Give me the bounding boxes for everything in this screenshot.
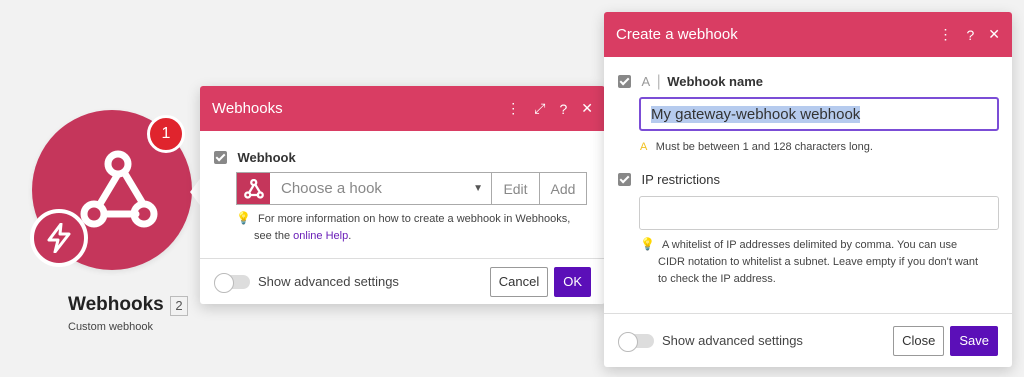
warning-icon: A	[640, 141, 647, 153]
hint-text-2: see the	[254, 230, 291, 242]
more-icon[interactable]: ⋮	[506, 100, 520, 117]
ip-hint-line-3: to check the IP address.	[658, 273, 776, 285]
hint-end: .	[348, 230, 352, 242]
online-help-link[interactable]: online Help	[293, 230, 348, 242]
ip-restrictions-hint: 💡 A whitelist of IP addresses delimited …	[640, 236, 1000, 288]
webhook-name-label: Webhook name	[667, 74, 764, 89]
hook-select[interactable]: Choose a hook ▼	[270, 173, 492, 204]
ip-hint-line-2: CIDR notation to whitelist a subnet. Lea…	[658, 256, 979, 268]
cancel-button[interactable]: Cancel	[489, 266, 549, 297]
save-button[interactable]: Save	[950, 325, 998, 356]
text-type-icon: A	[641, 74, 651, 89]
notification-badge: 1	[147, 115, 185, 153]
close-icon[interactable]: ✕	[581, 100, 593, 117]
module-title: Webhooks	[68, 294, 164, 315]
module-count: 2	[170, 296, 188, 316]
module-subtitle: Custom webhook	[68, 321, 153, 333]
create-webhook-panel: Create a webhook ⋮ ? ✕ A | Webhook name …	[604, 12, 1012, 367]
ip-restrictions-input[interactable]	[639, 196, 999, 230]
webhook-name-value: My gateway-webhook webhook	[651, 105, 861, 123]
name-hint-text: Must be between 1 and 128 characters lon…	[655, 141, 873, 153]
advanced-settings-label: Show advanced settings	[662, 333, 803, 348]
lightning-icon	[47, 223, 71, 253]
webhook-name-checkbox[interactable]	[618, 75, 631, 89]
webhook-checkbox[interactable]	[214, 151, 227, 165]
lightbulb-icon: 💡	[640, 237, 655, 251]
panel-header: Create a webhook ⋮ ? ✕	[604, 12, 1012, 57]
webhook-hint: 💡 For more information on how to create …	[236, 210, 596, 245]
hook-picker: Choose a hook ▼ Edit Add	[236, 172, 587, 205]
badge-count: 1	[161, 125, 171, 142]
webhook-field-header: Webhook	[214, 149, 296, 167]
ok-button[interactable]: OK	[554, 266, 591, 297]
chevron-down-icon: ▼	[473, 183, 483, 194]
ip-restrictions-header: IP restrictions	[618, 171, 720, 189]
webhook-icon	[237, 173, 270, 204]
advanced-settings-label: Show advanced settings	[258, 274, 399, 289]
instant-trigger-icon	[30, 209, 88, 267]
hook-select-placeholder: Choose a hook	[281, 180, 382, 197]
webhook-name-input[interactable]: My gateway-webhook webhook	[639, 97, 999, 131]
webhooks-panel: Webhooks ⋮ ⤢ ? ✕ Webhook Choose a hook ▼…	[200, 86, 605, 304]
panel-header: Webhooks ⋮ ⤢ ? ✕	[200, 86, 605, 131]
help-icon[interactable]: ?	[966, 27, 974, 43]
panel-footer: Show advanced settings Cancel OK	[200, 258, 605, 304]
expand-icon[interactable]: ⤢	[534, 100, 545, 117]
ip-hint-line-1: A whitelist of IP addresses delimited by…	[662, 239, 958, 251]
webhook-name-header: A | Webhook name	[618, 73, 763, 91]
edit-hook-button[interactable]: Edit	[492, 173, 540, 204]
hint-text: For more information on how to create a …	[258, 213, 571, 225]
panel-title: Webhooks	[212, 100, 283, 117]
lightbulb-icon: 💡	[236, 211, 251, 225]
panel-footer: Show advanced settings Close Save	[604, 313, 1012, 367]
panel-title: Create a webhook	[616, 26, 738, 43]
close-button[interactable]: Close	[893, 325, 945, 356]
close-icon[interactable]: ✕	[988, 26, 1000, 43]
more-icon[interactable]: ⋮	[938, 26, 952, 43]
advanced-settings-toggle[interactable]	[214, 272, 250, 293]
divider: |	[656, 73, 661, 90]
webhook-icon	[80, 150, 158, 228]
ip-restrictions-label: IP restrictions	[641, 172, 720, 187]
add-hook-button[interactable]: Add	[540, 173, 586, 204]
webhook-name-hint: A Must be between 1 and 128 characters l…	[640, 139, 873, 156]
webhook-label: Webhook	[237, 150, 296, 165]
advanced-settings-toggle[interactable]	[618, 331, 654, 352]
help-icon[interactable]: ?	[559, 101, 567, 117]
ip-restrictions-checkbox[interactable]	[618, 173, 631, 187]
